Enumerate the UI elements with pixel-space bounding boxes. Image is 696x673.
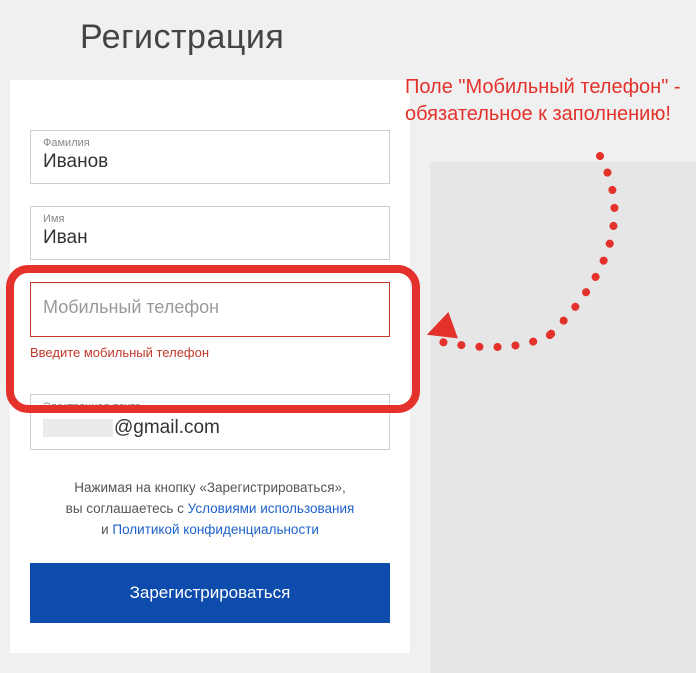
email-suffix: @gmail.com: [114, 417, 220, 438]
privacy-link[interactable]: Политикой конфиденциальности: [112, 522, 319, 537]
terms-text: Нажимая на кнопку «Зарегистрироваться», …: [30, 478, 390, 541]
phone-placeholder: Мобильный телефон: [43, 289, 377, 326]
register-button[interactable]: Зарегистрироваться: [30, 563, 390, 623]
email-label: Электронная почта: [43, 401, 377, 413]
firstname-label: Имя: [43, 213, 377, 225]
registration-form: Фамилия Имя Мобильный телефон Введите мо…: [10, 80, 410, 653]
firstname-field[interactable]: Имя: [30, 206, 390, 260]
page-title: Регистрация: [80, 18, 284, 57]
email-input[interactable]: @gmail.com: [43, 417, 377, 439]
email-blurred-part: [43, 419, 113, 437]
lastname-label: Фамилия: [43, 137, 377, 149]
terms-link[interactable]: Условиями использования: [188, 501, 355, 516]
lastname-input[interactable]: [43, 151, 377, 173]
redacted-bar: [30, 370, 250, 380]
phone-field[interactable]: Мобильный телефон: [30, 282, 390, 337]
side-panel: [430, 162, 696, 673]
annotation-text: Поле "Мобильный телефон" - обязательное …: [405, 74, 685, 128]
lastname-field[interactable]: Фамилия: [30, 130, 390, 184]
email-field[interactable]: Электронная почта @gmail.com: [30, 394, 390, 450]
firstname-input[interactable]: [43, 227, 377, 249]
phone-error-message: Введите мобильный телефон: [30, 345, 390, 360]
